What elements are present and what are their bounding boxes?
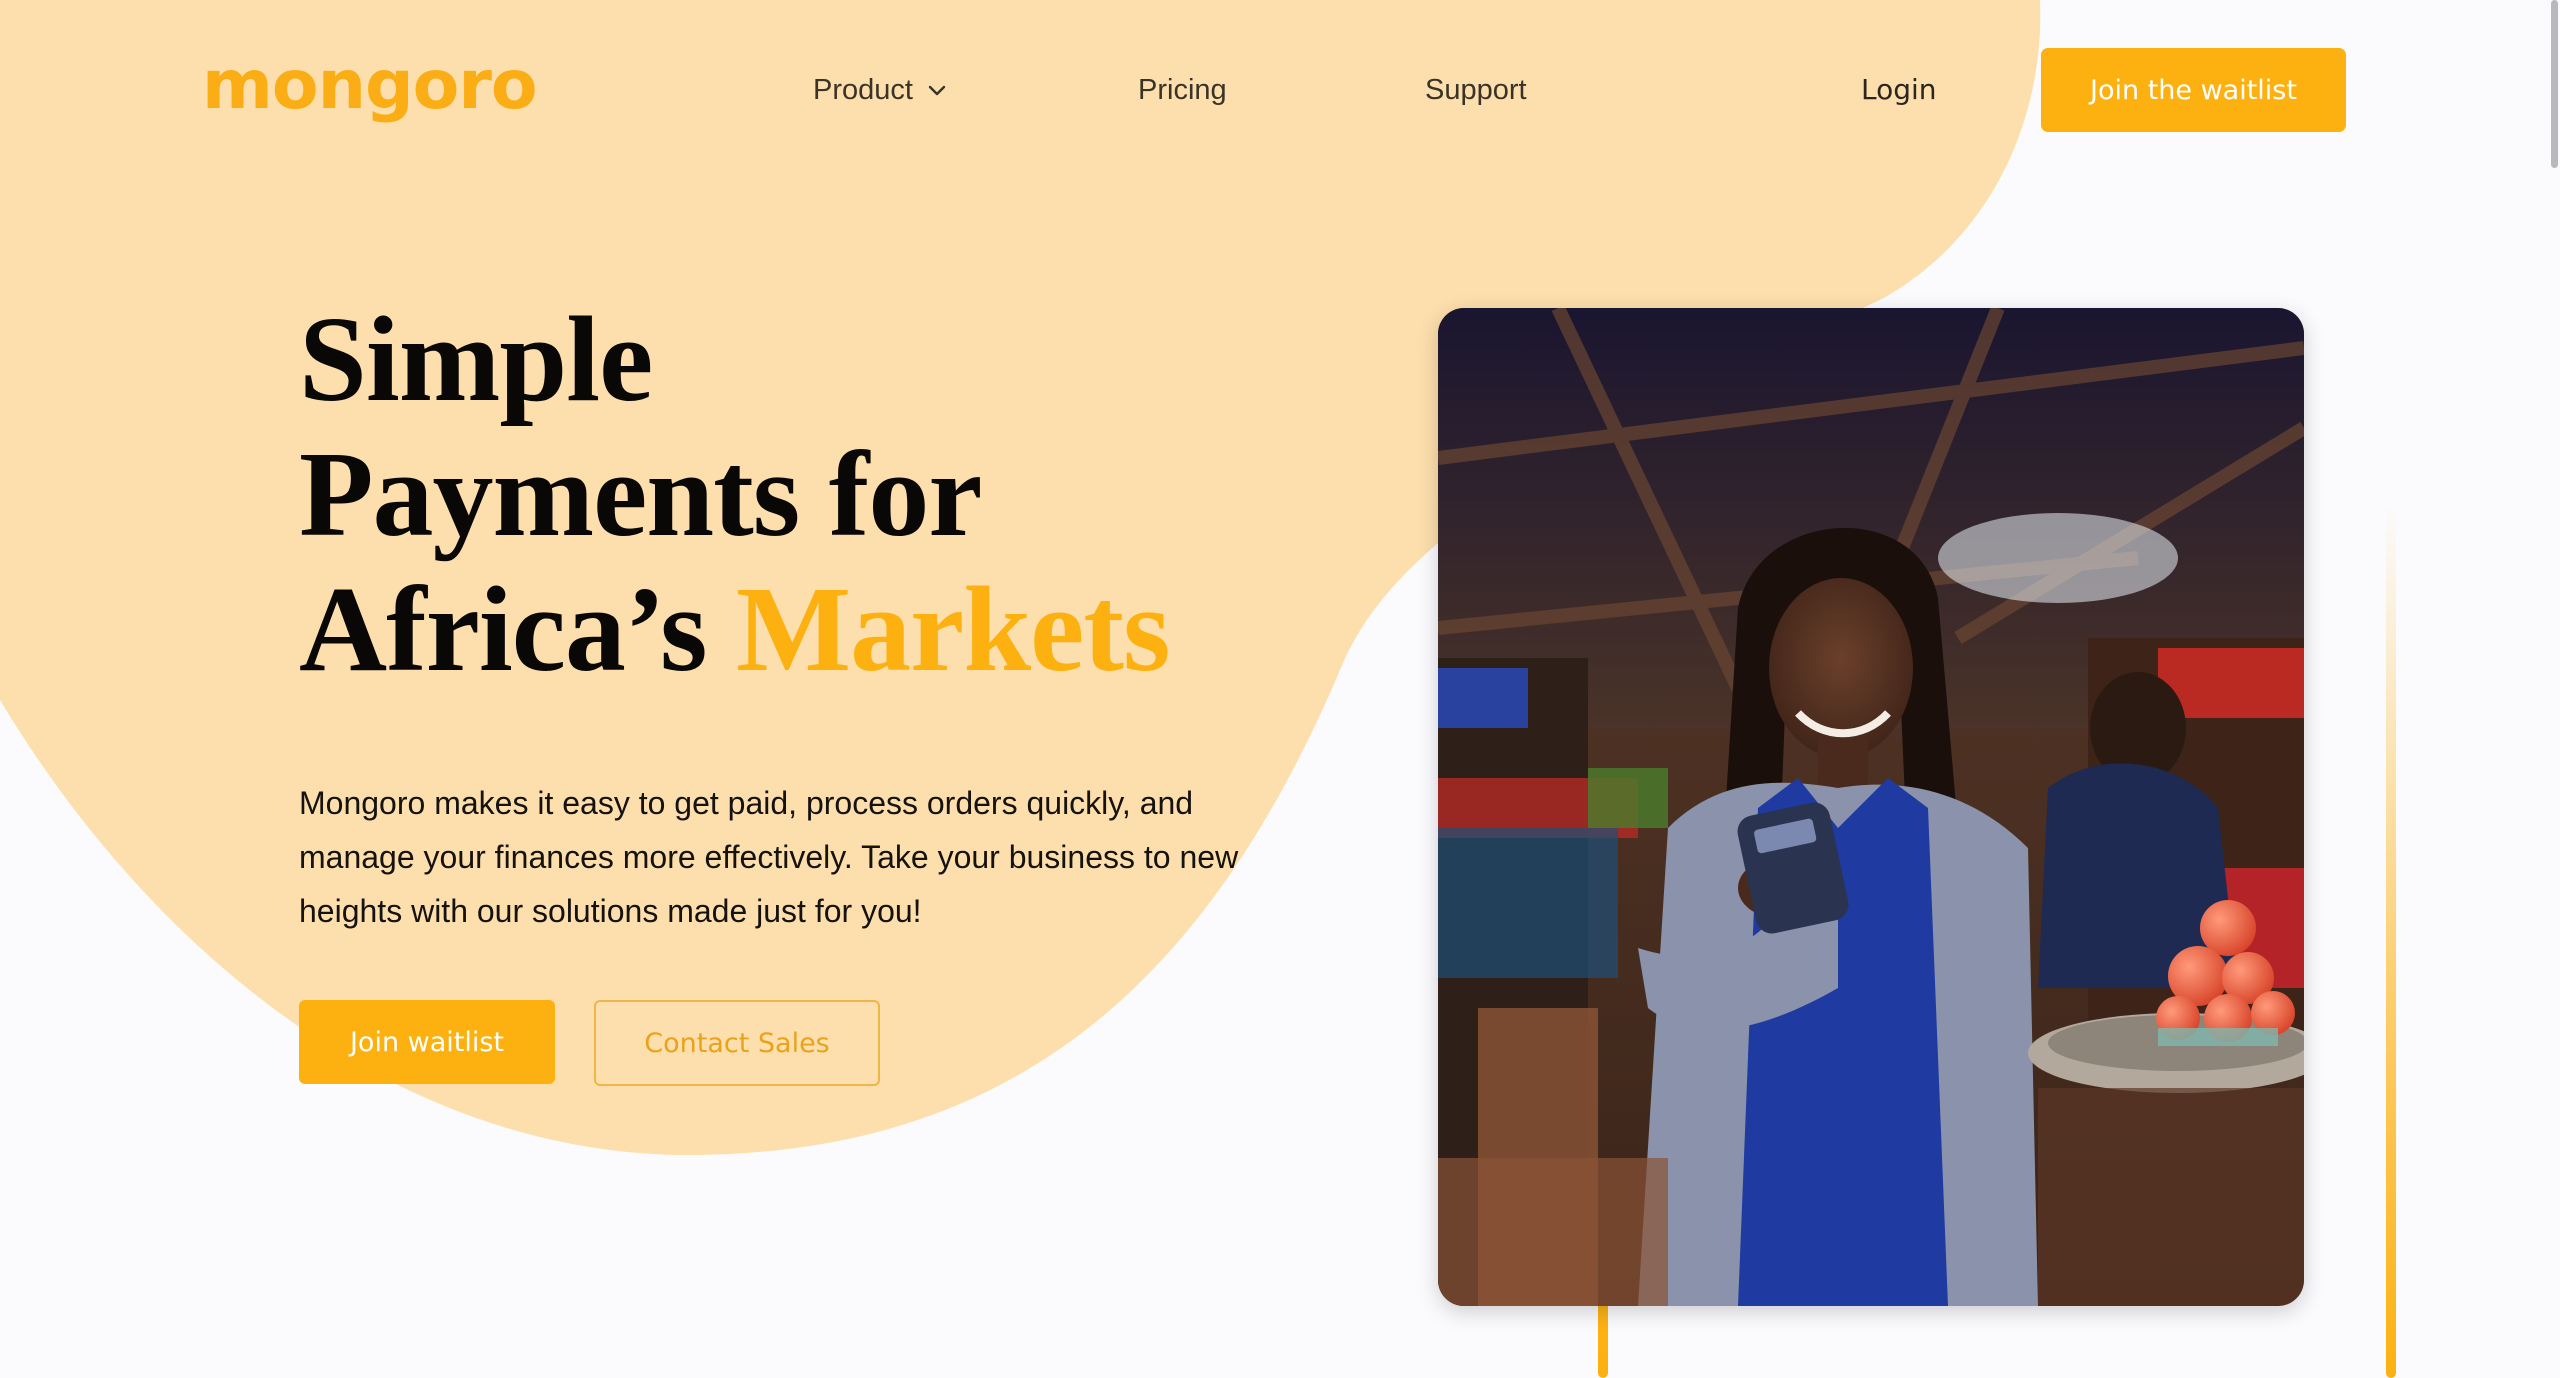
- nav-product[interactable]: Product: [813, 70, 947, 110]
- headline-line-2: Payments for: [299, 427, 983, 562]
- decorative-glow-line-right: [2386, 500, 2396, 1378]
- chevron-down-icon: [928, 85, 946, 96]
- hero-headline: Simple Payments for Africa’s Markets: [299, 292, 1170, 697]
- headline-accent: Markets: [736, 562, 1170, 697]
- contact-sales-button[interactable]: Contact Sales: [594, 1000, 880, 1086]
- scrollbar-thumb[interactable]: [2551, 0, 2558, 168]
- mongoro-logo[interactable]: mongoro: [202, 52, 538, 120]
- page-scrollbar[interactable]: [2548, 0, 2560, 1378]
- login-link[interactable]: Login: [1861, 70, 1937, 110]
- nav-pricing[interactable]: Pricing: [1138, 70, 1227, 110]
- headline-line-1: Simple: [299, 292, 653, 427]
- market-vendor-illustration: [1438, 308, 2304, 1306]
- hero-description: Mongoro makes it easy to get paid, proce…: [299, 785, 1239, 929]
- join-the-waitlist-button[interactable]: Join the waitlist: [2041, 48, 2346, 132]
- join-waitlist-button[interactable]: Join waitlist: [299, 1000, 555, 1084]
- nav-product-label: Product: [813, 74, 913, 106]
- headline-line-3: Africa’s: [299, 562, 737, 697]
- nav-support[interactable]: Support: [1425, 70, 1527, 110]
- hero-photo: [1438, 308, 2304, 1306]
